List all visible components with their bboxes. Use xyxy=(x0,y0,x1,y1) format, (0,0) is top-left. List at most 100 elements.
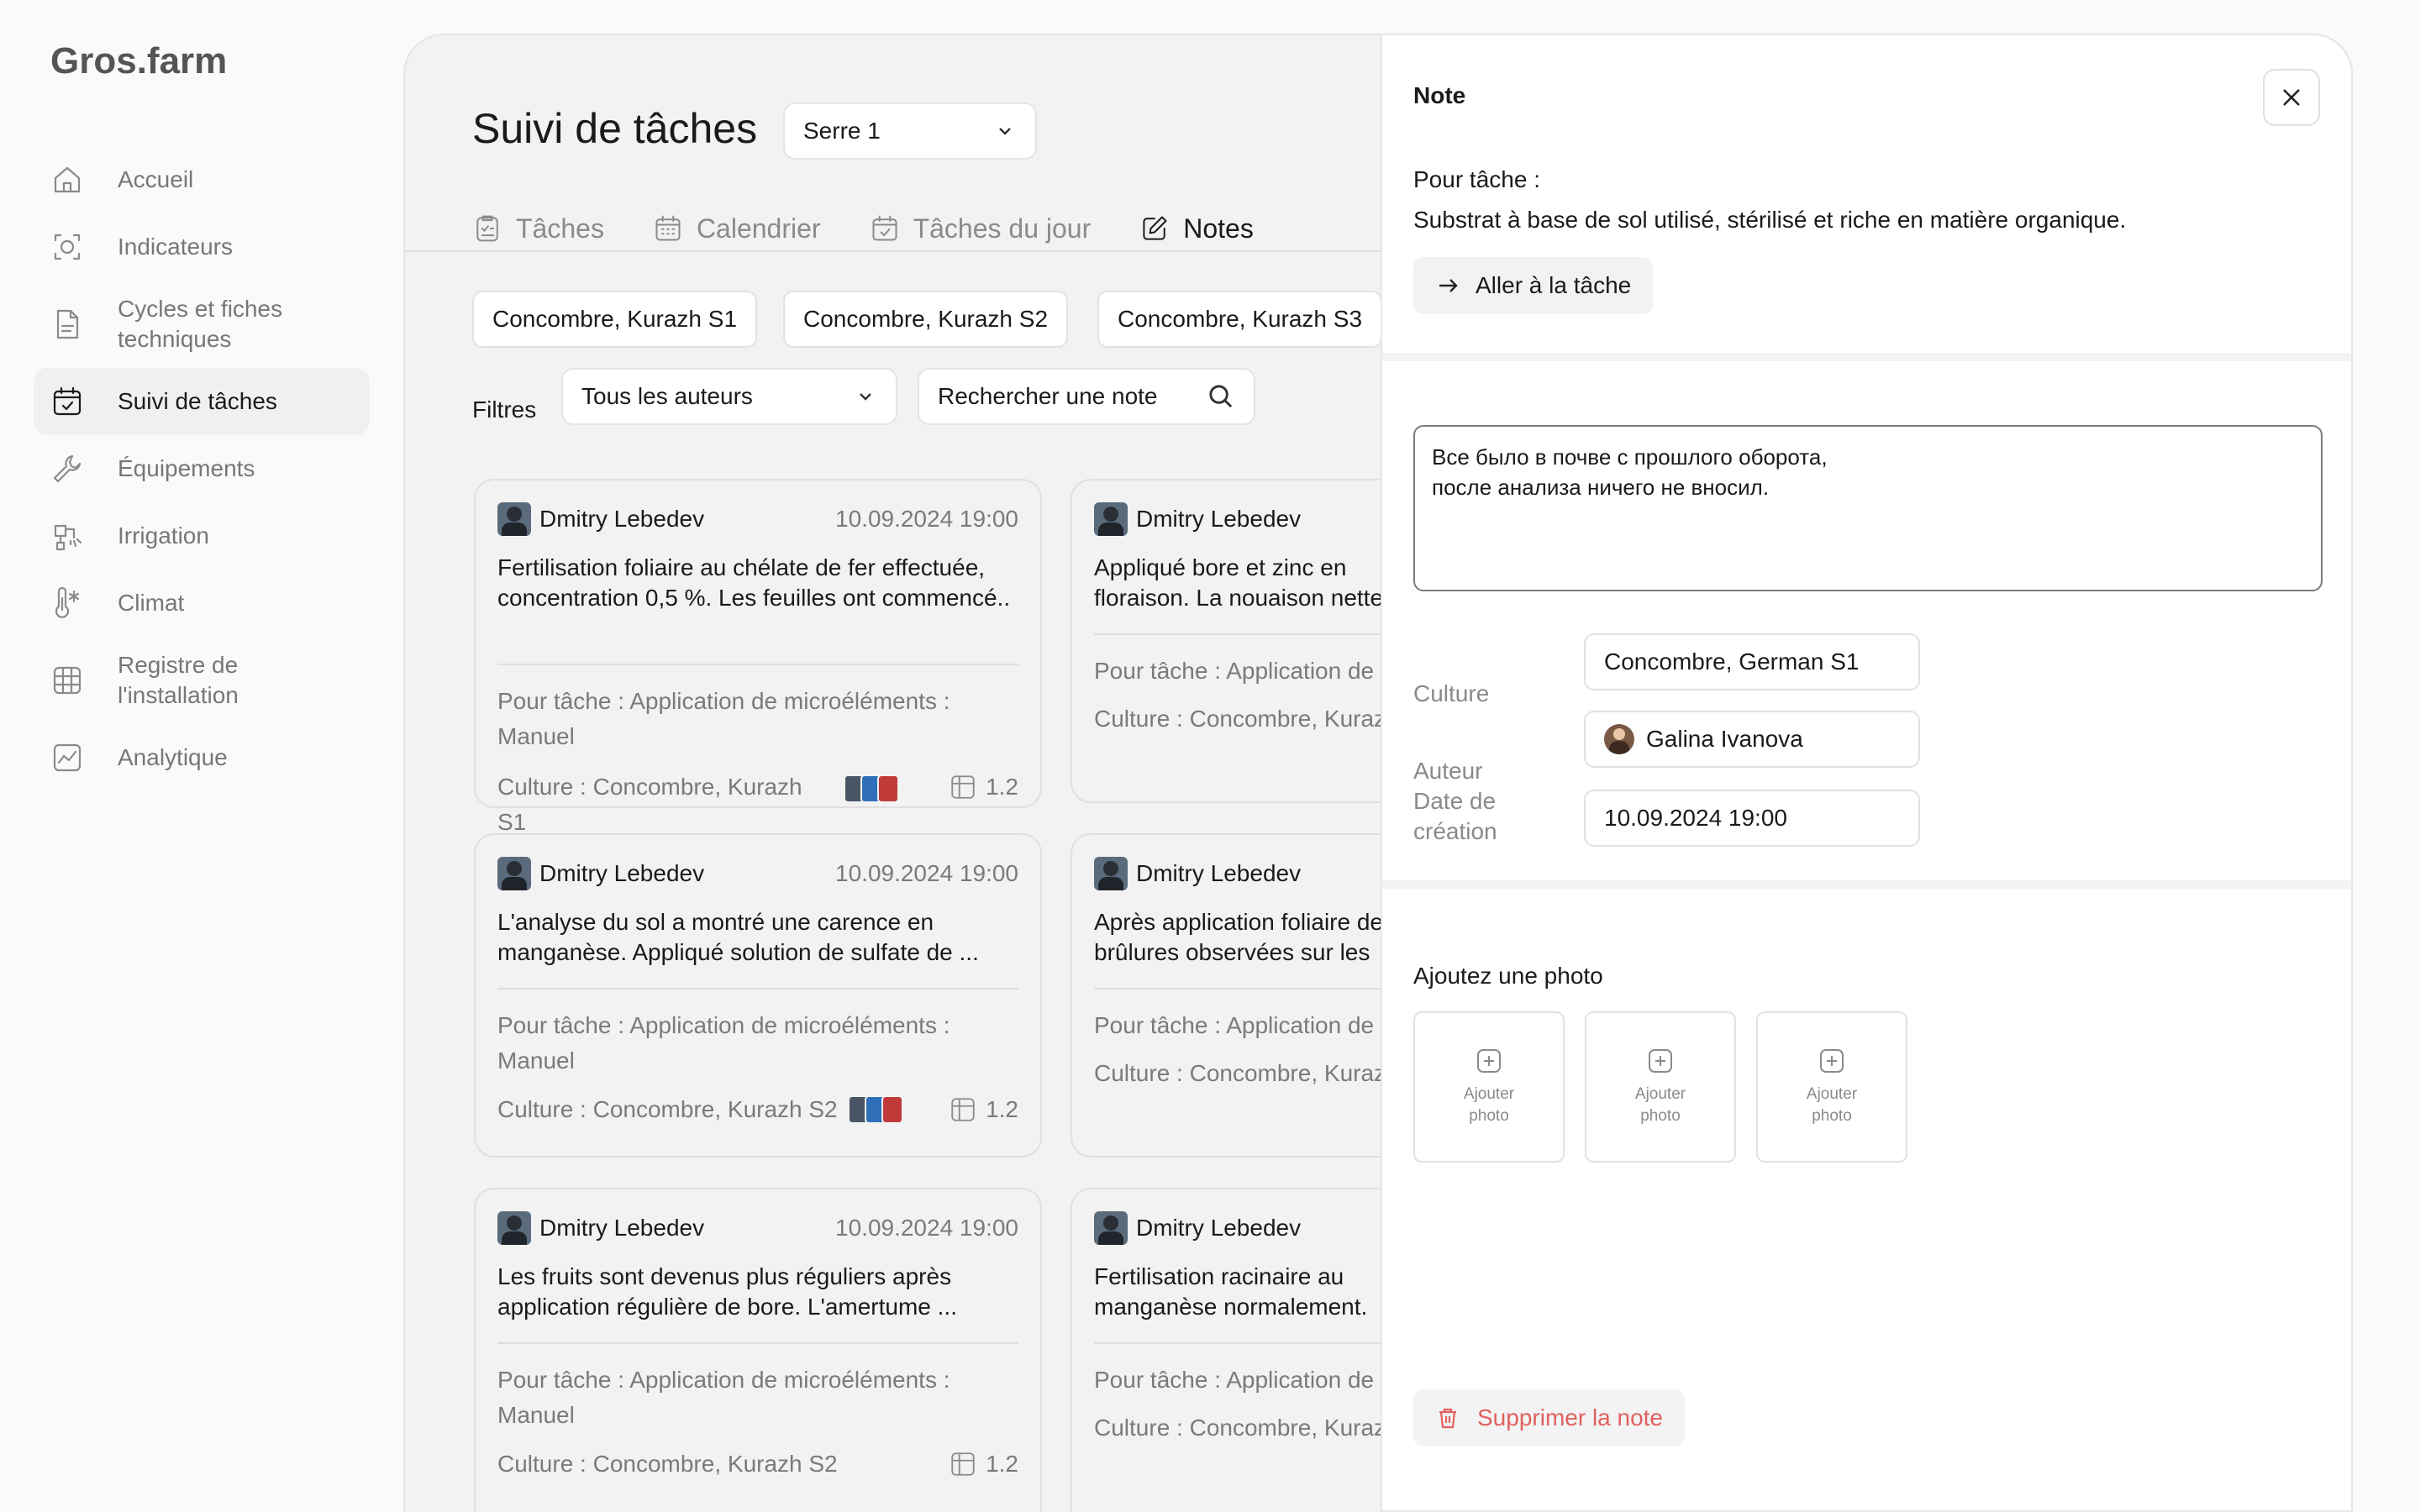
note-author: Dmitry Lebedev xyxy=(539,860,705,886)
note-count: 1.2 xyxy=(986,774,1018,800)
irrigation-icon xyxy=(50,519,84,553)
note-author: Dmitry Lebedev xyxy=(1136,860,1302,886)
note-textarea[interactable]: Все было в почве с прошлого оборота, пос… xyxy=(1413,425,2323,591)
note-author: Dmitry Lebedev xyxy=(539,1215,705,1241)
sidebar-item-registre[interactable]: Registre de l'installation xyxy=(34,637,370,724)
note-card[interactable]: Dmitry Lebedev 10.09.2024 19:00 L'analys… xyxy=(474,833,1042,1158)
sidebar-item-indicateurs[interactable]: Indicateurs xyxy=(34,213,370,281)
tabs: Tâches Calendrier Tâches du jour Notes xyxy=(472,195,1302,262)
greenhouse-select[interactable]: Serre 1 xyxy=(783,102,1037,160)
page-title: Suivi de tâches xyxy=(472,105,758,152)
sidebar-item-equipements[interactable]: Équipements xyxy=(34,435,370,502)
date-label: Date de création xyxy=(1413,788,1497,844)
app-logo: Gros.farm xyxy=(50,40,228,81)
drawer-title: Note xyxy=(1413,82,1466,108)
avatar xyxy=(497,857,531,890)
home-icon xyxy=(50,163,84,197)
note-task: Pour tâche : Application de microélément… xyxy=(497,688,950,749)
culture-chip[interactable]: Concombre, Kurazh S2 xyxy=(783,291,1069,348)
avatar xyxy=(497,1211,531,1245)
gauge-icon xyxy=(50,230,84,264)
grid-icon xyxy=(949,1095,977,1124)
add-photo-button[interactable]: Ajouter photo xyxy=(1585,1011,1736,1163)
culture-chip[interactable]: Concombre, Kurazh S3 xyxy=(1097,291,1383,348)
plus-square-icon xyxy=(1818,1047,1846,1084)
clipboard-icon xyxy=(472,213,502,244)
trash-icon xyxy=(1435,1405,1477,1431)
note-author: Dmitry Lebedev xyxy=(1136,506,1302,532)
note-card[interactable]: Dmitry Lebedev 10.09.2024 19:00 Fertilis… xyxy=(474,479,1042,835)
photo-thumbnails xyxy=(847,1095,903,1124)
for-task-label: Pour tâche : xyxy=(1413,166,1540,192)
note-date: 10.09.2024 19:00 xyxy=(835,860,1018,886)
filters-label: Filtres xyxy=(472,396,537,423)
note-culture: Culture : Concombre, Kurazh S2 xyxy=(497,1096,838,1122)
date-field[interactable]: 10.09.2024 19:00 xyxy=(1584,790,1920,847)
avatar xyxy=(1604,724,1634,754)
sidebar-item-climat[interactable]: Climat xyxy=(34,570,370,637)
photo-title: Ajoutez une photo xyxy=(1413,963,1603,989)
chart-icon xyxy=(50,741,84,774)
author-field[interactable]: Galina Ivanova xyxy=(1584,711,1920,768)
sidebar-nav: Accueil Indicateurs Cycles et fiches tec… xyxy=(34,146,370,791)
calendar-check-icon xyxy=(50,385,84,418)
search-icon xyxy=(1207,382,1235,411)
grid-icon xyxy=(50,664,84,697)
note-text: Les fruits sont devenus plus réguliers a… xyxy=(497,1263,957,1320)
sidebar-item-cycles[interactable]: Cycles et fiches techniques xyxy=(34,281,370,368)
note-date: 10.09.2024 19:00 xyxy=(835,1215,1018,1241)
wrench-icon xyxy=(50,452,84,486)
tab-taches-du-jour[interactable]: Tâches du jour xyxy=(870,195,1091,262)
search-input[interactable]: Rechercher une note xyxy=(918,368,1255,425)
note-count: 1.2 xyxy=(986,1096,1018,1122)
note-drawer: Note Pour tâche : Substrat à base de sol… xyxy=(1381,34,2353,1512)
note-text: Appliqué bore et zinc en floraison. La n… xyxy=(1094,554,1384,611)
sidebar-item-accueil[interactable]: Accueil xyxy=(34,146,370,213)
thermometer-icon xyxy=(50,586,84,620)
authors-select[interactable]: Tous les auteurs xyxy=(561,368,897,425)
note-culture: Culture : Concombre, Kurazh S2 xyxy=(497,1451,838,1477)
card-divider xyxy=(497,988,1018,990)
sidebar-item-irrigation[interactable]: Irrigation xyxy=(34,502,370,570)
note-date: 10.09.2024 19:00 xyxy=(835,506,1018,532)
document-icon xyxy=(50,307,84,341)
goto-task-button[interactable]: Aller à la tâche xyxy=(1413,257,1654,314)
delete-note-button[interactable]: Supprimer la note xyxy=(1413,1389,1686,1446)
tab-notes[interactable]: Notes xyxy=(1139,195,1254,262)
photo-thumbnails xyxy=(844,774,899,803)
close-button[interactable] xyxy=(2263,69,2320,126)
chevron-down-icon xyxy=(993,119,1017,143)
close-icon xyxy=(2279,85,2304,110)
avatar xyxy=(497,502,531,536)
grid-icon xyxy=(949,1450,977,1478)
avatar xyxy=(1094,857,1128,890)
tab-taches[interactable]: Tâches xyxy=(472,195,604,262)
culture-label: Culture xyxy=(1413,680,1490,706)
sidebar-item-analytique[interactable]: Analytique xyxy=(34,724,370,791)
grid-icon xyxy=(949,773,977,801)
add-photo-button[interactable]: Ajouter photo xyxy=(1756,1011,1907,1163)
card-divider xyxy=(497,1342,1018,1344)
culture-field[interactable]: Concombre, German S1 xyxy=(1584,633,1920,690)
plus-square-icon xyxy=(1646,1047,1675,1084)
tab-calendrier[interactable]: Calendrier xyxy=(653,195,821,262)
section-divider xyxy=(1382,353,2351,361)
note-author: Dmitry Lebedev xyxy=(1136,1215,1302,1241)
note-author: Dmitry Lebedev xyxy=(539,506,705,532)
plus-square-icon xyxy=(1475,1047,1503,1084)
avatar xyxy=(1094,1211,1128,1245)
note-count: 1.2 xyxy=(986,1451,1018,1477)
note-text: Fertilisation foliaire au chélate de fer… xyxy=(497,554,1011,611)
arrow-right-icon xyxy=(1435,273,1476,298)
card-divider xyxy=(497,664,1018,665)
culture-chip[interactable]: Concombre, Kurazh S1 xyxy=(472,291,758,348)
note-task: Pour tâche : Application de microélément… xyxy=(497,1367,950,1428)
note-text: L'analyse du sol a montré une carence en… xyxy=(497,909,979,965)
sidebar-item-suivi[interactable]: Suivi de tâches xyxy=(34,368,370,435)
note-card[interactable]: Dmitry Lebedev 10.09.2024 19:00 Les frui… xyxy=(474,1188,1042,1512)
section-divider xyxy=(1382,880,2351,889)
calendar-icon xyxy=(653,213,683,244)
calendar-day-icon xyxy=(870,213,900,244)
note-text: Après application foliaire de brûlures o… xyxy=(1094,909,1383,965)
add-photo-button[interactable]: Ajouter photo xyxy=(1413,1011,1565,1163)
